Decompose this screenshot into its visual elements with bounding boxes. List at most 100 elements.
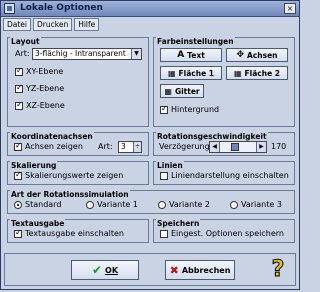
speichern-label: Eingest. Optionen speichern	[171, 229, 284, 238]
radio-icon[interactable]	[86, 200, 94, 209]
flaeche2-color-label: Fläche 2	[244, 68, 281, 78]
flaeche1-color-button[interactable]: ▦ Fläche 1	[160, 66, 222, 80]
radio-variante-1[interactable]: Variante 1	[86, 200, 138, 209]
gitter-color-label: Gitter	[174, 86, 200, 96]
verzoegerung-slider[interactable]: ◀ ▶	[209, 141, 267, 153]
skalierung-panel: Skalierung Skalierungswerte zeigen	[7, 161, 149, 185]
radio-icon[interactable]	[230, 200, 238, 209]
verzoegerung-label: Verzögerung:	[159, 142, 213, 151]
xy-ebene-checkbox[interactable]: XY-Ebene	[15, 66, 64, 76]
checkbox-icon[interactable]	[15, 66, 23, 76]
speichern-title: Speichern	[156, 219, 201, 228]
xz-ebene-checkbox[interactable]: XZ-Ebene	[15, 100, 65, 110]
achsen-color-button[interactable]: ✥ Achsen	[226, 48, 288, 62]
xy-ebene-label: XY-Ebene	[26, 67, 64, 76]
achsen-zeigen-checkbox[interactable]: Achsen zeigen	[14, 141, 83, 151]
hintergrund-checkbox[interactable]: Hintergrund	[160, 104, 220, 114]
chevron-down-icon[interactable]: ▼	[131, 49, 141, 59]
checkbox-icon[interactable]	[160, 229, 168, 238]
text-icon: A	[177, 50, 185, 60]
radio-variante-1-label: Variante 1	[97, 200, 138, 209]
menu-bar: Datei Drucken Hilfe	[3, 18, 100, 31]
text-color-label: Text	[187, 50, 205, 60]
radio-variante-3-label: Variante 3	[241, 200, 282, 209]
radio-variante-2[interactable]: Variante 2	[158, 200, 210, 209]
linien-title: Linien	[156, 161, 184, 170]
surface-icon: ▦	[167, 68, 176, 78]
menu-hilfe[interactable]: Hilfe	[74, 18, 100, 31]
ok-button[interactable]: ✔ OK	[71, 260, 139, 280]
radio-standard-label: Standard	[25, 200, 62, 209]
menu-datei[interactable]: Datei	[3, 18, 32, 31]
radio-icon[interactable]	[158, 200, 166, 209]
achsen-zeigen-label: Achsen zeigen	[25, 142, 83, 151]
yz-ebene-label: YZ-Ebene	[26, 84, 65, 93]
yz-ebene-checkbox[interactable]: YZ-Ebene	[15, 83, 65, 93]
check-icon: ✔	[91, 263, 103, 277]
arrow-right-icon[interactable]: ▶	[256, 142, 266, 152]
achsen-art-label: Art:	[98, 142, 113, 151]
title-bar: Lokale Optionen ×	[1, 1, 299, 17]
flaeche2-color-button[interactable]: ▦ Fläche 2	[226, 66, 288, 80]
layout-panel: Layout Art: 3-flächig - Intransparent ▼ …	[7, 37, 149, 127]
speichern-panel: Speichern Eingest. Optionen speichern	[153, 219, 295, 243]
rotationssimulation-panel: Art der Rotationssimulation Standard Var…	[7, 190, 295, 214]
linien-checkbox[interactable]: Liniendarstellung einschalten	[160, 171, 289, 180]
cancel-icon: ✖	[169, 263, 179, 277]
abbrechen-button[interactable]: ✖ Abbrechen	[165, 260, 235, 280]
rotationsgeschwindigkeit-panel: Rotationsgeschwindigkeit Verzögerung: ◀ …	[153, 132, 295, 156]
gitter-color-button[interactable]: ▦ Gitter	[160, 84, 204, 98]
app-icon	[4, 3, 15, 14]
abbrechen-label: Abbrechen	[181, 265, 231, 275]
achsen-art-spinner[interactable]: 3 ÷	[118, 141, 142, 153]
button-bar: ✔ OK ✖ Abbrechen ?	[4, 253, 296, 286]
koordinatenachsen-panel: Koordinatenachsen Achsen zeigen Art: 3 ÷	[7, 132, 149, 156]
achsen-art-value: 3	[121, 142, 126, 151]
checkbox-icon[interactable]	[14, 141, 22, 151]
achsen-color-label: Achsen	[247, 50, 278, 60]
slider-thumb[interactable]	[230, 143, 239, 151]
grid-icon: ▦	[164, 86, 172, 96]
checkbox-icon[interactable]	[160, 171, 168, 180]
help-icon[interactable]: ?	[267, 257, 289, 283]
spinner-icon[interactable]: ÷	[133, 142, 141, 152]
speichern-checkbox[interactable]: Eingest. Optionen speichern	[160, 229, 284, 238]
skalierung-checkbox[interactable]: Skalierungswerte zeigen	[14, 170, 124, 180]
textausgabe-label: Textausgabe einschalten	[25, 229, 124, 238]
window-title: Lokale Optionen	[20, 3, 103, 13]
linien-panel: Linien Liniendarstellung einschalten	[153, 161, 295, 185]
textausgabe-panel: Textausgabe Textausgabe einschalten	[7, 219, 149, 243]
options-window: Lokale Optionen × Datei Drucken Hilfe La…	[0, 0, 300, 290]
rotationssimulation-title: Art der Rotationssimulation	[10, 190, 130, 199]
layout-art-value: 3-flächig - Intransparent	[35, 49, 126, 58]
rotationsgeschwindigkeit-title: Rotationsgeschwindigkeit	[156, 132, 268, 141]
menu-drucken[interactable]: Drucken	[33, 18, 73, 31]
arrow-left-icon[interactable]: ◀	[210, 142, 220, 152]
textausgabe-checkbox[interactable]: Textausgabe einschalten	[14, 228, 124, 238]
checkbox-icon[interactable]	[160, 104, 168, 114]
checkbox-icon[interactable]	[14, 228, 22, 238]
ok-label: OK	[105, 265, 119, 275]
text-color-button[interactable]: A Text	[160, 48, 222, 62]
skalierung-label: Skalierungswerte zeigen	[25, 171, 124, 180]
checkbox-icon[interactable]	[14, 170, 22, 180]
close-icon[interactable]: ×	[284, 3, 296, 14]
xz-ebene-label: XZ-Ebene	[26, 101, 65, 110]
radio-icon[interactable]	[14, 200, 22, 209]
radio-standard[interactable]: Standard	[14, 200, 61, 209]
farbeinstellungen-panel: Farbeinstellungen A Text ✥ Achsen ▦ Fläc…	[153, 37, 295, 127]
koordinatenachsen-title: Koordinatenachsen	[10, 132, 94, 141]
layout-art-select[interactable]: 3-flächig - Intransparent ▼	[32, 48, 142, 60]
hintergrund-label: Hintergrund	[171, 105, 220, 114]
verzoegerung-value: 170	[271, 142, 287, 151]
flaeche1-color-label: Fläche 1	[178, 68, 215, 78]
radio-variante-3[interactable]: Variante 3	[230, 200, 282, 209]
linien-label: Liniendarstellung einschalten	[171, 171, 289, 180]
layout-title: Layout	[10, 37, 41, 46]
surface-icon: ▦	[233, 68, 242, 78]
move-axes-icon: ✥	[236, 50, 245, 60]
checkbox-icon[interactable]	[15, 100, 23, 110]
farbeinstellungen-title: Farbeinstellungen	[156, 37, 235, 46]
layout-art-label: Art:	[15, 49, 30, 58]
checkbox-icon[interactable]	[15, 83, 23, 93]
